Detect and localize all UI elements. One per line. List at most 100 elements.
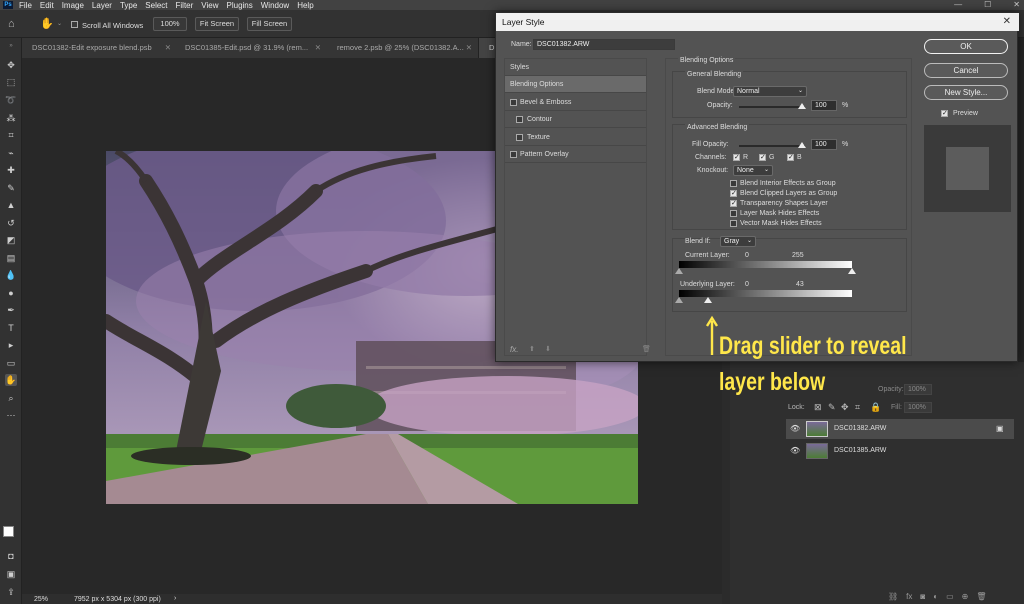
pen-tool-icon[interactable]: ✒ (5, 304, 17, 316)
layer-row[interactable]: 👁 DSC01385.ARW (786, 441, 1014, 461)
tab-document-3[interactable]: remove 2.psb @ 25% (DSC01382.A... ✕ (327, 38, 479, 58)
close-tab-icon[interactable]: ✕ (165, 38, 171, 58)
move-down-icon[interactable]: ⬇ (545, 345, 551, 353)
move-tool-icon[interactable]: ✥ (5, 59, 17, 71)
crop-tool-icon[interactable]: ⌗ (5, 129, 17, 141)
knockout-select[interactable]: None ⌄ (733, 165, 773, 176)
layer-fill-field[interactable]: 100% (904, 402, 932, 413)
link-layers-icon[interactable]: ⛓ (888, 592, 898, 601)
layer-name[interactable]: DSC01382.ARW (834, 425, 886, 432)
dialog-title-bar[interactable]: Layer Style (496, 13, 1019, 31)
home-icon[interactable]: ⌂ (8, 18, 15, 30)
fill-screen-button[interactable]: Fill Screen (247, 17, 292, 31)
blend-if-select[interactable]: Gray ⌄ (720, 236, 756, 247)
texture-checkbox[interactable] (516, 134, 523, 141)
quick-select-tool-icon[interactable]: ⁂ (5, 112, 17, 124)
chevron-down-icon[interactable]: ⌄ (57, 20, 62, 27)
close-tab-icon[interactable]: ✕ (315, 38, 321, 58)
channel-b-checkbox[interactable]: ✓ (787, 154, 794, 161)
dodge-tool-icon[interactable]: ● (5, 287, 17, 299)
layer-mask-hides-checkbox[interactable] (730, 210, 737, 217)
healing-brush-icon[interactable]: ✚ (5, 164, 17, 176)
move-up-icon[interactable]: ⬆ (529, 345, 535, 353)
fill-opacity-slider-track[interactable] (739, 145, 805, 147)
hand-tool-icon[interactable]: ✋ (40, 17, 54, 30)
foreground-color-swatch[interactable] (3, 526, 14, 537)
blend-clipped-checkbox[interactable]: ✓ (730, 190, 737, 197)
lock-transparent-icon[interactable]: ⊠ (814, 402, 822, 413)
gradient-tool-icon[interactable]: ▤ (5, 252, 17, 264)
transparency-shapes-checkbox[interactable]: ✓ (730, 200, 737, 207)
path-select-icon[interactable]: ▸ (5, 339, 17, 351)
pattern-overlay-checkbox[interactable] (510, 151, 517, 158)
visibility-eye-icon[interactable]: 👁 (790, 424, 800, 433)
zoom-level[interactable]: 25% (34, 596, 48, 603)
share-icon[interactable]: ⇪ (5, 586, 17, 598)
delete-style-icon[interactable]: 🗑 (642, 345, 651, 353)
blend-mode-select[interactable]: Normal ⌄ (733, 86, 807, 97)
scroll-all-checkbox[interactable] (71, 21, 78, 28)
close-window-button[interactable]: ✕ (1013, 0, 1020, 9)
menu-view[interactable]: View (201, 1, 218, 10)
fx-menu-icon[interactable]: fx. (510, 345, 518, 354)
opacity-field[interactable]: 100 (811, 100, 837, 111)
menu-file[interactable]: File (19, 1, 32, 10)
blur-tool-icon[interactable]: 💧 (5, 269, 17, 281)
fx-icon[interactable]: fx (906, 592, 912, 601)
fill-opacity-field[interactable]: 100 (811, 139, 837, 150)
current-layer-white-handle[interactable] (848, 268, 856, 274)
menu-edit[interactable]: Edit (40, 1, 54, 10)
menu-help[interactable]: Help (297, 1, 313, 10)
visibility-eye-icon[interactable]: 👁 (790, 446, 800, 455)
blend-interior-checkbox[interactable] (730, 180, 737, 187)
channel-g-checkbox[interactable]: ✓ (759, 154, 766, 161)
new-style-button[interactable]: New Style... (924, 85, 1008, 100)
style-name-field[interactable]: DSC01382.ARW (533, 39, 675, 50)
clone-stamp-icon[interactable]: ▲ (5, 199, 17, 211)
menu-window[interactable]: Window (261, 1, 289, 10)
hand-tool-icon-active[interactable]: ✋ (5, 374, 17, 386)
menu-type[interactable]: Type (120, 1, 137, 10)
group-icon[interactable]: ▭ (946, 592, 954, 601)
screen-mode-icon[interactable]: ▣ (5, 568, 17, 580)
zoom-100-button[interactable]: 100% (153, 17, 187, 31)
fit-screen-button[interactable]: Fit Screen (195, 17, 239, 31)
layer-row-selected[interactable]: 👁 DSC01382.ARW ▣ (786, 419, 1014, 439)
quick-mask-icon[interactable]: ◘ (5, 550, 17, 562)
lock-position-icon[interactable]: ✥ (841, 402, 849, 413)
style-bevel-emboss[interactable]: Bevel & Emboss (505, 94, 646, 111)
channel-r-checkbox[interactable]: ✓ (733, 154, 740, 161)
underlying-layer-white-handle[interactable] (704, 297, 712, 303)
opacity-slider-track[interactable] (739, 106, 805, 108)
layer-name[interactable]: DSC01385.ARW (834, 447, 886, 454)
style-contour[interactable]: Contour (505, 111, 646, 128)
history-brush-icon[interactable]: ↺ (5, 217, 17, 229)
brush-tool-icon[interactable]: ✎ (5, 182, 17, 194)
vector-mask-hides-checkbox[interactable] (730, 220, 737, 227)
bevel-emboss-checkbox[interactable] (510, 99, 517, 106)
style-texture[interactable]: Texture (505, 129, 646, 146)
style-pattern-overlay[interactable]: Pattern Overlay (505, 146, 646, 163)
marquee-tool-icon[interactable]: ⬚ (5, 76, 17, 88)
more-tools-icon[interactable]: ⋯ (5, 409, 17, 421)
new-layer-icon[interactable]: ⊕ (962, 592, 969, 601)
close-icon[interactable]: ✕ (1003, 13, 1011, 31)
ok-button[interactable]: OK (924, 39, 1008, 54)
toolbar-collapse-icon[interactable]: » (5, 40, 17, 52)
tab-document-1[interactable]: DSC01382-Edit exposure blend.psb ✕ (22, 38, 178, 58)
contour-checkbox[interactable] (516, 116, 523, 123)
menu-plugins[interactable]: Plugins (227, 1, 253, 10)
opacity-slider-handle[interactable] (798, 103, 806, 109)
menu-layer[interactable]: Layer (92, 1, 112, 10)
eraser-tool-icon[interactable]: ◩ (5, 234, 17, 246)
current-layer-black-handle[interactable] (675, 268, 683, 274)
menu-select[interactable]: Select (145, 1, 167, 10)
tab-document-2[interactable]: DSC01385-Edit.psd @ 31.9% (rem... ✕ (175, 38, 328, 58)
lock-all-icon[interactable]: 🔒 (870, 402, 881, 413)
layer-opacity-field[interactable]: 100% (904, 384, 932, 395)
underlying-layer-black-handle[interactable] (675, 297, 683, 303)
lock-pixels-icon[interactable]: ✎ (828, 402, 836, 413)
preview-checkbox[interactable]: ✓ (941, 110, 948, 117)
fill-opacity-slider-handle[interactable] (798, 142, 806, 148)
type-tool-icon[interactable]: T (5, 322, 17, 334)
